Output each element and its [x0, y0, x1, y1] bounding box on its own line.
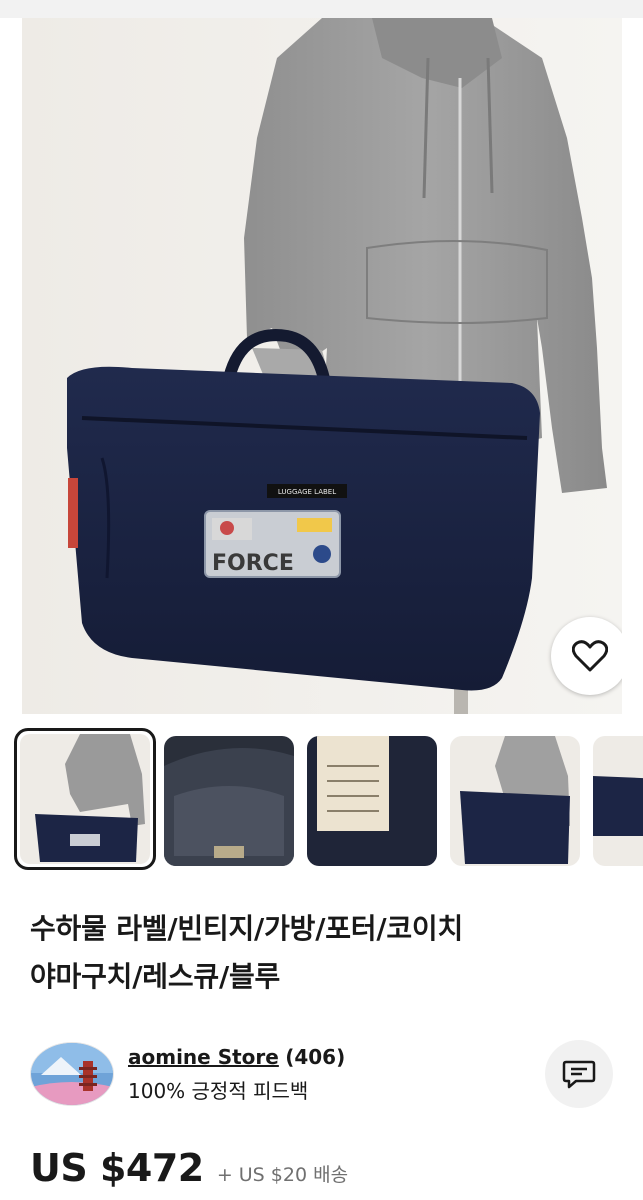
seller-feedback-percent: 100% 긍정적 피드백	[128, 1079, 309, 1103]
thumbnail-2-image	[164, 736, 294, 866]
thumbnail-4[interactable]	[450, 736, 580, 866]
seller-info: aomine Store (406) 100% 긍정적 피드백	[30, 1040, 620, 1110]
price-row: US $472 + US $20 배송	[30, 1146, 348, 1196]
thumbnail-5[interactable]	[593, 736, 643, 866]
product-photo: LUGGAGE LABEL FORCE	[22, 18, 622, 714]
top-status-strip	[0, 0, 643, 18]
thumbnail-1[interactable]	[14, 728, 156, 870]
bag-patch-text: FORCE	[212, 551, 294, 576]
price: US $472	[30, 1146, 204, 1190]
thumbnail-strip[interactable]	[0, 728, 643, 872]
seller-name-link[interactable]: aomine Store	[128, 1045, 279, 1069]
seller-feedback-count: (406)	[285, 1045, 346, 1069]
thumbnail-4-image	[450, 736, 580, 866]
listing-title-line-1: 수하물 라벨/빈티지/가방/포터/코이치	[30, 912, 464, 945]
listing-title: 수하물 라벨/빈티지/가방/포터/코이치 야마구치/레스큐/블루	[30, 905, 620, 1001]
thumbnail-2[interactable]	[164, 736, 294, 866]
contact-seller-button[interactable]	[545, 1040, 613, 1108]
thumbnail-3-overlay	[307, 736, 437, 866]
seller-avatar[interactable]	[30, 1042, 114, 1106]
seller-avatar-image	[31, 1043, 113, 1105]
favorite-button[interactable]	[551, 617, 622, 695]
seller-name-row: aomine Store (406)	[128, 1042, 345, 1072]
chat-bubble-icon	[562, 1060, 596, 1089]
bag-label-text: LUGGAGE LABEL	[278, 488, 336, 496]
main-product-image[interactable]: LUGGAGE LABEL FORCE	[22, 18, 622, 714]
thumbnail-5-image	[593, 736, 643, 866]
thumbnail-1-image	[20, 734, 150, 864]
shipping-cost: + US $20 배송	[216, 1164, 349, 1186]
heart-outline-icon	[572, 640, 608, 672]
listing-title-line-2: 야마구치/레스큐/블루	[30, 960, 281, 993]
